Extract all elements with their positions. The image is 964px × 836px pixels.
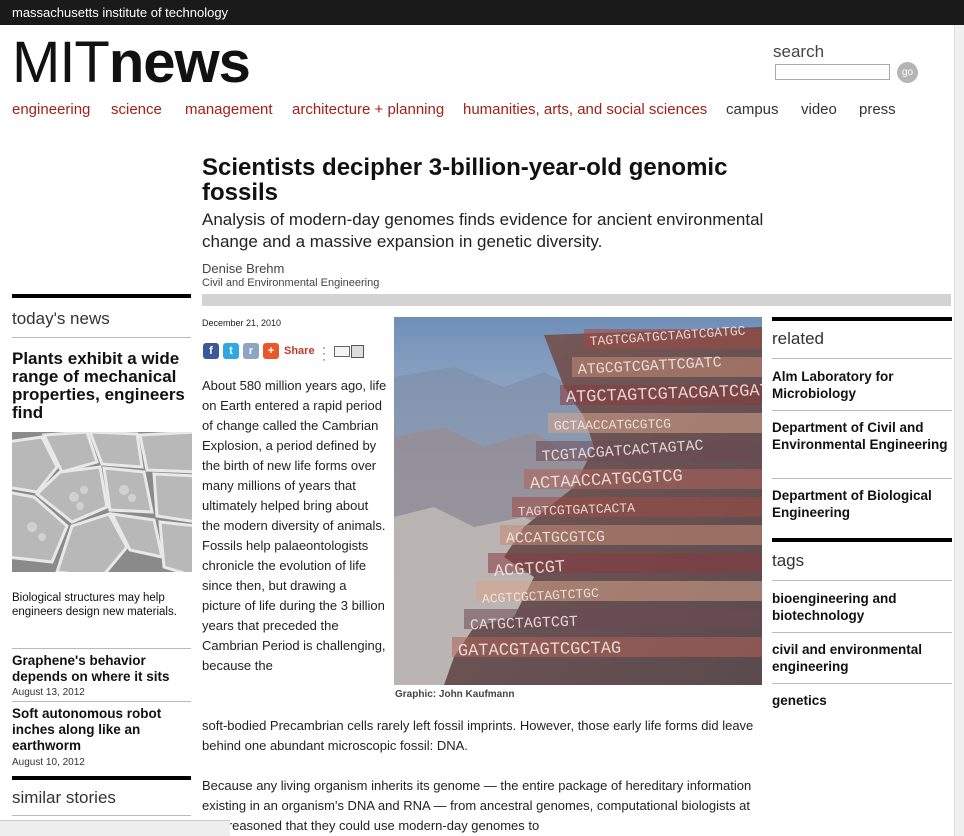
article-date: December 21, 2010: [202, 318, 282, 328]
facebook-icon[interactable]: f: [203, 343, 219, 359]
nav-science[interactable]: science: [111, 101, 162, 121]
right-rule: [772, 478, 952, 479]
tag-genetics[interactable]: genetics: [772, 692, 957, 709]
article-paragraph-2: Because any living organism inherits its…: [202, 778, 752, 833]
article-title: Scientists decipher 3-billion-year-old g…: [202, 154, 728, 206]
article-paragraph-1a: About 580 million years ago, life on Ear…: [202, 378, 387, 673]
story-graphene-title[interactable]: Graphene's behavior depends on where it …: [12, 653, 197, 685]
related-alm-laboratory[interactable]: Alm Laboratory for Microbiology: [772, 368, 957, 402]
graphic-caption: Graphic: John Kaufmann: [395, 689, 515, 700]
share-plus-icon[interactable]: +: [263, 343, 279, 359]
feature-story-title[interactable]: Plants exhibit a wide range of mechanica…: [12, 350, 192, 422]
article-author[interactable]: Denise Brehm: [202, 261, 284, 276]
dna-sequence-text: GCTAACCATGCGTCG: [554, 417, 671, 434]
nav-engineering[interactable]: engineering: [12, 101, 90, 121]
logo-news: news: [108, 30, 251, 95]
related-section-bar: [772, 317, 952, 321]
related-civil-environmental[interactable]: Department of Civil and Environmental En…: [772, 419, 957, 453]
logo-mit: MIT: [12, 30, 110, 95]
right-rule: [772, 683, 952, 684]
top-bar: massachusetts institute of technology: [0, 0, 964, 25]
search-label: search: [773, 42, 825, 61]
left-section-bar: [12, 294, 191, 298]
more-dots-icon: · · ·: [322, 340, 326, 366]
story-robot-date: August 10, 2012: [12, 757, 85, 768]
nav-architecture-planning[interactable]: architecture + planning: [292, 101, 444, 121]
left-rule: [12, 648, 191, 649]
right-rule: [772, 632, 952, 633]
feature-story-image[interactable]: [12, 432, 192, 572]
left-section-bar: [12, 776, 191, 780]
nav-humanities[interactable]: humanities, arts, and social sciences: [463, 101, 707, 121]
search-input[interactable]: [775, 64, 890, 80]
dna-sequence-text: GATACGTAGTCGCTAG: [458, 640, 622, 662]
tag-civil-environmental[interactable]: civil and environmental engineering: [772, 641, 957, 675]
nav-campus[interactable]: campus: [726, 101, 779, 121]
left-rule: [12, 815, 191, 816]
right-rule: [772, 410, 952, 411]
left-rule: [12, 701, 191, 702]
article-graphic[interactable]: TAGTCGATGCTAGTCGATGC ATGCGTCGATTCGATC ATGC…: [394, 317, 762, 685]
tags-section-bar: [772, 538, 952, 542]
institute-name[interactable]: massachusetts institute of technology: [12, 5, 228, 20]
right-rule: [772, 358, 952, 359]
nav-press[interactable]: press: [859, 101, 896, 121]
email-icon[interactable]: [334, 346, 350, 357]
mit-news-logo[interactable]: MITnews: [12, 34, 251, 92]
twitter-icon[interactable]: t: [223, 343, 239, 359]
story-graphene-date: August 13, 2012: [12, 687, 85, 698]
left-rule: [12, 337, 191, 338]
related-biological-engineering[interactable]: Department of Biological Engineering: [772, 487, 957, 521]
vertical-scrollbar[interactable]: [954, 25, 964, 836]
share-button[interactable]: Share: [284, 345, 315, 357]
horizontal-scrollbar[interactable]: [0, 820, 230, 836]
nav-video[interactable]: video: [801, 101, 837, 121]
article-paragraph-1b: soft-bodied Precambrian cells rarely lef…: [202, 718, 754, 753]
todays-news-heading: today's news: [12, 309, 110, 328]
article-dek: Analysis of modern-day genomes finds evi…: [202, 210, 764, 251]
tags-heading: tags: [772, 551, 805, 570]
feature-story-description: Biological structures may help engineers…: [12, 592, 177, 618]
print-icon[interactable]: [351, 345, 364, 358]
story-robot-title[interactable]: Soft autonomous robot inches along like …: [12, 706, 197, 754]
divider-bar: [202, 294, 951, 306]
nav-management[interactable]: management: [185, 101, 273, 121]
article-department: Civil and Environmental Engineering: [202, 277, 380, 289]
dna-sequence-text: ACCATGCGTCG: [506, 529, 605, 548]
right-rule: [772, 580, 952, 581]
reddit-icon[interactable]: r: [243, 343, 259, 359]
tag-bioengineering[interactable]: bioengineering and biotechnology: [772, 590, 957, 624]
related-heading: related: [772, 329, 824, 348]
search-go-button[interactable]: go: [897, 62, 918, 83]
similar-stories-heading: similar stories: [12, 788, 116, 807]
